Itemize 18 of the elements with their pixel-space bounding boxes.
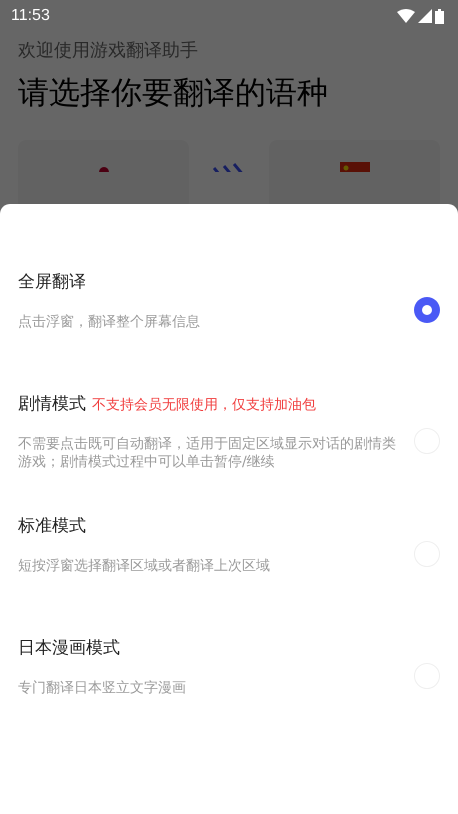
mode-description: 不需要点击既可自动翻译，适用于固定区域显示对话的剧情类游戏；剧情模式过程中可以单击暂停/继续	[18, 435, 397, 471]
mode-title: 日本漫画模式	[18, 637, 120, 659]
wifi-icon	[397, 9, 415, 23]
mode-description: 短按浮窗选择翻译区域或者翻译上次区域	[18, 557, 271, 575]
mode-title: 全屏翻译	[18, 271, 86, 293]
signal-icon	[418, 9, 432, 23]
status-time: 11:53	[11, 7, 50, 25]
arrows-icon	[213, 162, 245, 172]
mode-title: 剧情模式	[18, 393, 86, 415]
radio-button[interactable]	[414, 297, 440, 323]
battery-icon	[435, 8, 444, 24]
mode-description: 点击浮窗，翻译整个屏幕信息	[18, 313, 201, 331]
mode-title: 标准模式	[18, 515, 86, 537]
mode-note: 不支持会员无限使用，仅支持加油包	[92, 396, 316, 414]
page-title: 请选择你要翻译的语种	[18, 74, 329, 113]
flag-icon	[340, 162, 370, 172]
welcome-subtitle: 欢迎使用游戏翻译助手	[18, 39, 199, 62]
mode-description: 专门翻译日本竖立文字漫画	[18, 679, 187, 697]
